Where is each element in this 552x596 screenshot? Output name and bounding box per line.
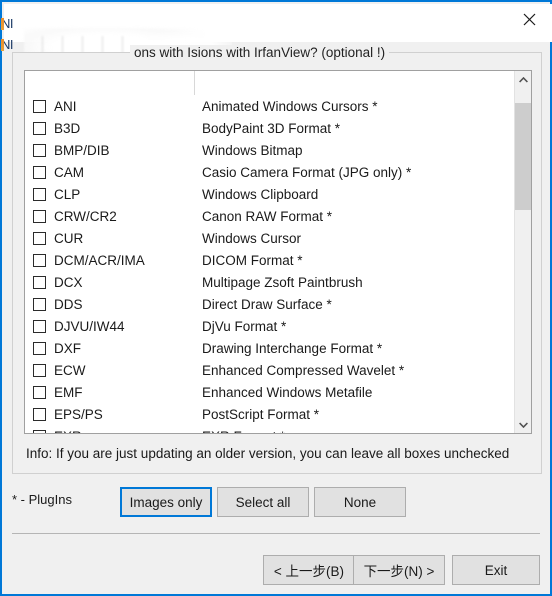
format-extension: EMF: [54, 384, 83, 400]
format-description: EXR Format *: [202, 429, 531, 434]
format-extension: DDS: [54, 296, 83, 312]
chevron-up-icon: [519, 76, 528, 83]
format-checkbox[interactable]: [33, 429, 46, 433]
format-extension: DJVU/IW44: [54, 318, 125, 334]
close-icon: [523, 13, 535, 25]
format-extension: BMP/DIB: [54, 142, 110, 158]
format-description: Windows Cursor: [202, 230, 302, 246]
scroll-down-button[interactable]: [515, 416, 531, 433]
none-button[interactable]: None: [314, 487, 406, 517]
format-checkbox[interactable]: [33, 275, 46, 289]
format-description: Multipage Zsoft Paintbrush: [202, 274, 363, 290]
table-row[interactable]: BMP/DIB Windows Bitmap: [25, 139, 531, 161]
format-description: Enhanced Compressed Wavelet *: [202, 362, 405, 378]
format-checkbox[interactable]: [33, 99, 46, 113]
table-row[interactable]: EPS/PS PostScript Format *: [25, 403, 531, 425]
table-row[interactable]: B3D BodyPaint 3D Format *: [25, 117, 531, 139]
format-extension: CRW/CR2: [54, 208, 117, 224]
format-checkbox[interactable]: [33, 121, 46, 135]
format-description: DICOM Format *: [202, 252, 303, 268]
column-separator: [194, 71, 195, 95]
table-row[interactable]: CUR Windows Cursor: [25, 227, 531, 249]
format-checkbox[interactable]: [33, 253, 46, 267]
format-checkbox[interactable]: [33, 187, 46, 201]
list-header-row: [25, 71, 531, 95]
format-description: Enhanced Windows Metafile: [202, 384, 373, 400]
file-format-list[interactable]: ANI Animated Windows Cursors * B3D BodyPain…: [24, 70, 532, 434]
format-description: PostScript Format *: [202, 406, 320, 422]
format-checkbox[interactable]: [33, 297, 46, 311]
table-row[interactable]: EMF Enhanced Windows Metafile: [25, 381, 531, 403]
table-row[interactable]: ECW Enhanced Compressed Wavelet *: [25, 359, 531, 381]
footer-separator: [12, 533, 540, 534]
info-message: Info: If you are just updating an older …: [26, 446, 510, 461]
format-extension: CUR: [54, 230, 84, 246]
format-checkbox[interactable]: [33, 143, 46, 157]
scroll-up-button[interactable]: [515, 71, 531, 88]
format-checkbox[interactable]: [33, 319, 46, 333]
format-extension: B3D: [54, 120, 81, 136]
table-row[interactable]: CAM Casio Camera Format (JPG only) *: [25, 161, 531, 183]
format-description: Direct Draw Surface *: [202, 296, 332, 312]
format-description: BodyPaint 3D Format *: [202, 120, 341, 136]
plugins-legend: * - PlugIns: [12, 492, 72, 507]
chevron-down-icon: [519, 421, 528, 428]
format-extension: DCM/ACR/IMA: [54, 252, 145, 268]
format-description: DjVu Format *: [202, 318, 287, 334]
installer-window: NI NI ons with Isions with IrfanView? (o…: [0, 0, 552, 596]
format-description: Windows Bitmap: [202, 142, 303, 158]
format-description: Animated Windows Cursors *: [202, 98, 378, 114]
list-scrollbar[interactable]: [514, 71, 531, 433]
format-description: Drawing Interchange Format *: [202, 340, 383, 356]
list-rows-container: ANI Animated Windows Cursors * B3D BodyPain…: [25, 95, 531, 434]
table-row[interactable]: DCX Multipage Zsoft Paintbrush: [25, 271, 531, 293]
table-row[interactable]: DDS Direct Draw Surface *: [25, 293, 531, 315]
back-button[interactable]: < 上一步(B): [263, 555, 355, 585]
format-description: Casio Camera Format (JPG only) *: [202, 164, 412, 180]
table-row[interactable]: DJVU/IW44 DjVu Format *: [25, 315, 531, 337]
format-extension: DXF: [54, 340, 81, 356]
format-checkbox[interactable]: [33, 385, 46, 399]
format-extension: CAM: [54, 164, 84, 180]
format-extension: EPS/PS: [54, 406, 103, 422]
format-extension: DCX: [54, 274, 83, 290]
format-checkbox[interactable]: [33, 165, 46, 179]
next-button[interactable]: 下一步(N) >: [353, 555, 445, 585]
select-all-button[interactable]: Select all: [217, 487, 309, 517]
format-checkbox[interactable]: [33, 341, 46, 355]
table-row[interactable]: CRW/CR2 Canon RAW Format *: [25, 205, 531, 227]
images-only-button[interactable]: Images only: [120, 487, 212, 517]
format-description: Windows Clipboard: [202, 186, 319, 202]
exit-button[interactable]: Exit: [452, 555, 540, 585]
format-checkbox[interactable]: [33, 407, 46, 421]
table-row[interactable]: DCM/ACR/IMA DICOM Format *: [25, 249, 531, 271]
table-row[interactable]: EXREXR Format *: [25, 425, 531, 434]
format-extension: ANI: [54, 98, 77, 114]
window-titlebar: [4, 4, 552, 42]
table-row[interactable]: DXF Drawing Interchange Format *: [25, 337, 531, 359]
format-extension: ECW: [54, 362, 86, 378]
scrollbar-thumb[interactable]: [515, 103, 531, 210]
table-row[interactable]: CLP Windows Clipboard: [25, 183, 531, 205]
format-description: Canon RAW Format *: [202, 208, 333, 224]
format-extension: EXR: [54, 429, 202, 434]
format-checkbox[interactable]: [33, 231, 46, 245]
table-row[interactable]: ANI Animated Windows Cursors *: [25, 95, 531, 117]
groupbox-title: ons with Isions with IrfanView? (optiona…: [130, 45, 390, 60]
format-checkbox[interactable]: [33, 209, 46, 223]
close-button[interactable]: [506, 4, 552, 34]
format-extension: CLP: [54, 186, 81, 202]
format-checkbox[interactable]: [33, 363, 46, 377]
